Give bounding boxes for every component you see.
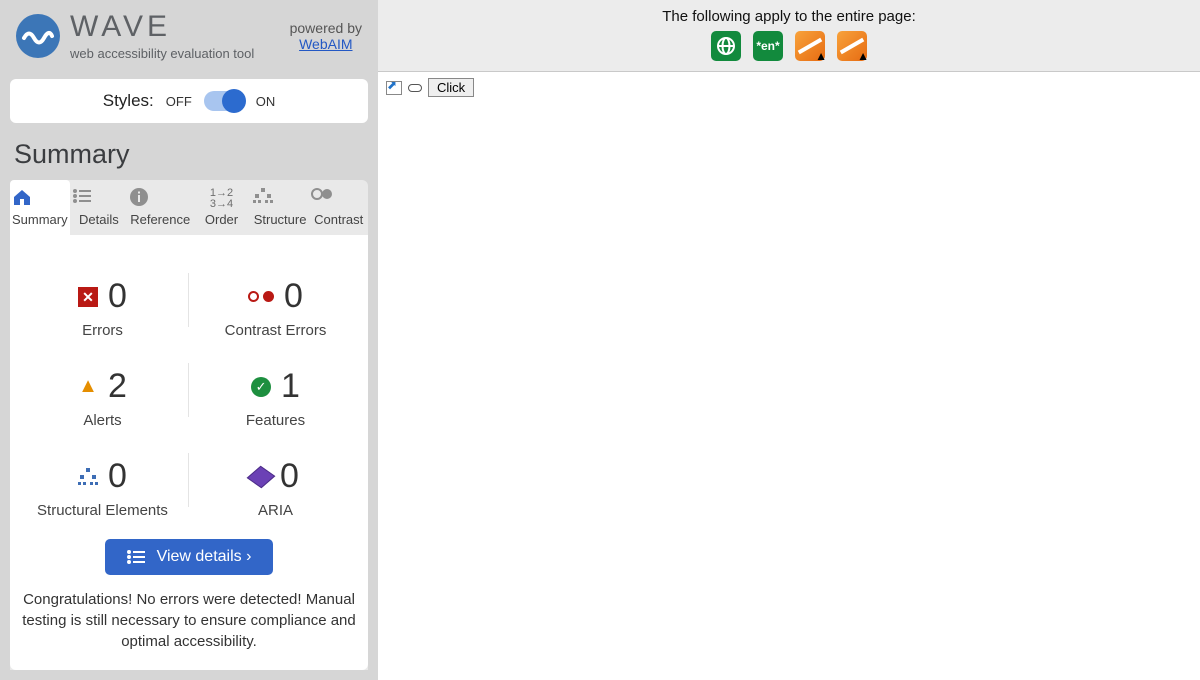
metric-value: 0 bbox=[280, 457, 299, 496]
tab-label: Order bbox=[205, 212, 238, 227]
metric-aria: 0 ARIA bbox=[189, 435, 362, 525]
tabs: Summary Details Reference 1→23→4 Ord bbox=[10, 180, 368, 235]
view-details-label: View details › bbox=[157, 548, 252, 566]
metric-errors: ✕ 0 Errors bbox=[16, 255, 189, 345]
lang-en-icon[interactable]: *en* bbox=[753, 31, 783, 61]
metric-features: ✓ 1 Features bbox=[189, 345, 362, 435]
page-title: Summary bbox=[14, 139, 368, 170]
tab-contrast[interactable]: Contrast bbox=[309, 180, 368, 235]
list-icon bbox=[127, 550, 145, 564]
page-header-text: The following apply to the entire page: bbox=[378, 8, 1200, 25]
wave-logo-icon bbox=[16, 14, 60, 58]
congrats-message: Congratulations! No errors were detected… bbox=[16, 589, 362, 652]
tab-order[interactable]: 1→23→4 Order bbox=[192, 180, 251, 235]
alert-region-icon[interactable] bbox=[795, 31, 825, 61]
page-overlay-header: The following apply to the entire page: … bbox=[378, 0, 1200, 72]
summary-panel: ✕ 0 Errors 0 Contrast Errors bbox=[10, 235, 368, 670]
metric-structural: 0 Structural Elements bbox=[16, 435, 189, 525]
metric-value: 0 bbox=[108, 277, 127, 316]
toggle-knob-icon bbox=[222, 89, 246, 113]
page-content: The following apply to the entire page: … bbox=[378, 0, 1200, 680]
styles-on-label: ON bbox=[256, 94, 276, 109]
info-icon bbox=[130, 188, 190, 208]
styles-toggle-card: Styles: OFF ON bbox=[10, 79, 368, 123]
brand-subtitle: web accessibility evaluation tool bbox=[70, 46, 254, 61]
metric-alerts: ▲ 2 Alerts bbox=[16, 345, 189, 435]
error-icon: ✕ bbox=[78, 287, 98, 307]
metric-label: Structural Elements bbox=[20, 502, 185, 519]
lang-en-text: *en* bbox=[756, 39, 779, 53]
metric-label: ARIA bbox=[193, 502, 358, 519]
brand-name: WAVE bbox=[70, 10, 254, 44]
tab-label: Contrast bbox=[314, 212, 363, 227]
view-details-button[interactable]: View details › bbox=[105, 539, 274, 575]
tab-reference[interactable]: Reference bbox=[128, 180, 192, 235]
language-icon[interactable] bbox=[711, 31, 741, 61]
contrast-icon bbox=[311, 188, 366, 208]
list-icon bbox=[72, 188, 127, 208]
content-body: Click bbox=[378, 72, 1200, 103]
order-icon: 1→23→4 bbox=[194, 188, 249, 208]
alert-icon: ▲ bbox=[78, 375, 98, 398]
metric-label: Errors bbox=[20, 322, 185, 339]
structure-icon bbox=[253, 188, 308, 208]
metrics-grid: ✕ 0 Errors 0 Contrast Errors bbox=[16, 255, 362, 525]
metric-value: 0 bbox=[108, 457, 127, 496]
powered-by: powered by WebAIM bbox=[290, 20, 362, 52]
tab-label: Summary bbox=[12, 212, 68, 227]
tab-summary[interactable]: Summary bbox=[10, 180, 70, 235]
metric-value: 1 bbox=[281, 367, 300, 406]
styles-toggle[interactable] bbox=[204, 91, 244, 111]
metric-contrast-errors: 0 Contrast Errors bbox=[189, 255, 362, 345]
page-header-icons: *en* bbox=[378, 31, 1200, 61]
tab-label: Structure bbox=[254, 212, 307, 227]
broken-image-icon bbox=[386, 81, 402, 95]
tab-structure[interactable]: Structure bbox=[251, 180, 310, 235]
brand-row: WAVE web accessibility evaluation tool p… bbox=[10, 0, 368, 61]
powered-by-label: powered by bbox=[290, 20, 362, 36]
styles-off-label: OFF bbox=[166, 94, 192, 109]
metric-value: 0 bbox=[284, 277, 303, 316]
tabs-container: Summary Details Reference 1→23→4 Ord bbox=[10, 180, 368, 670]
metric-value: 2 bbox=[108, 367, 127, 406]
click-button[interactable]: Click bbox=[428, 78, 474, 97]
webaim-link[interactable]: WebAIM bbox=[299, 36, 352, 52]
feature-icon: ✓ bbox=[251, 377, 271, 397]
metric-label: Contrast Errors bbox=[193, 322, 358, 339]
tab-label: Details bbox=[79, 212, 119, 227]
tab-label: Reference bbox=[130, 212, 190, 227]
home-icon bbox=[12, 188, 68, 208]
tab-details[interactable]: Details bbox=[70, 180, 129, 235]
contrast-error-icon bbox=[248, 290, 274, 304]
aria-icon bbox=[247, 465, 276, 487]
metric-label: Alerts bbox=[20, 412, 185, 429]
content-inline-row: Click bbox=[386, 78, 1192, 97]
pill-icon bbox=[408, 84, 422, 92]
wave-sidebar: WAVE web accessibility evaluation tool p… bbox=[0, 0, 378, 680]
alert-region-icon-2[interactable] bbox=[837, 31, 867, 61]
brand: WAVE web accessibility evaluation tool bbox=[16, 10, 254, 61]
metric-label: Features bbox=[193, 412, 358, 429]
styles-label: Styles: bbox=[103, 91, 154, 111]
structural-icon bbox=[78, 468, 98, 486]
